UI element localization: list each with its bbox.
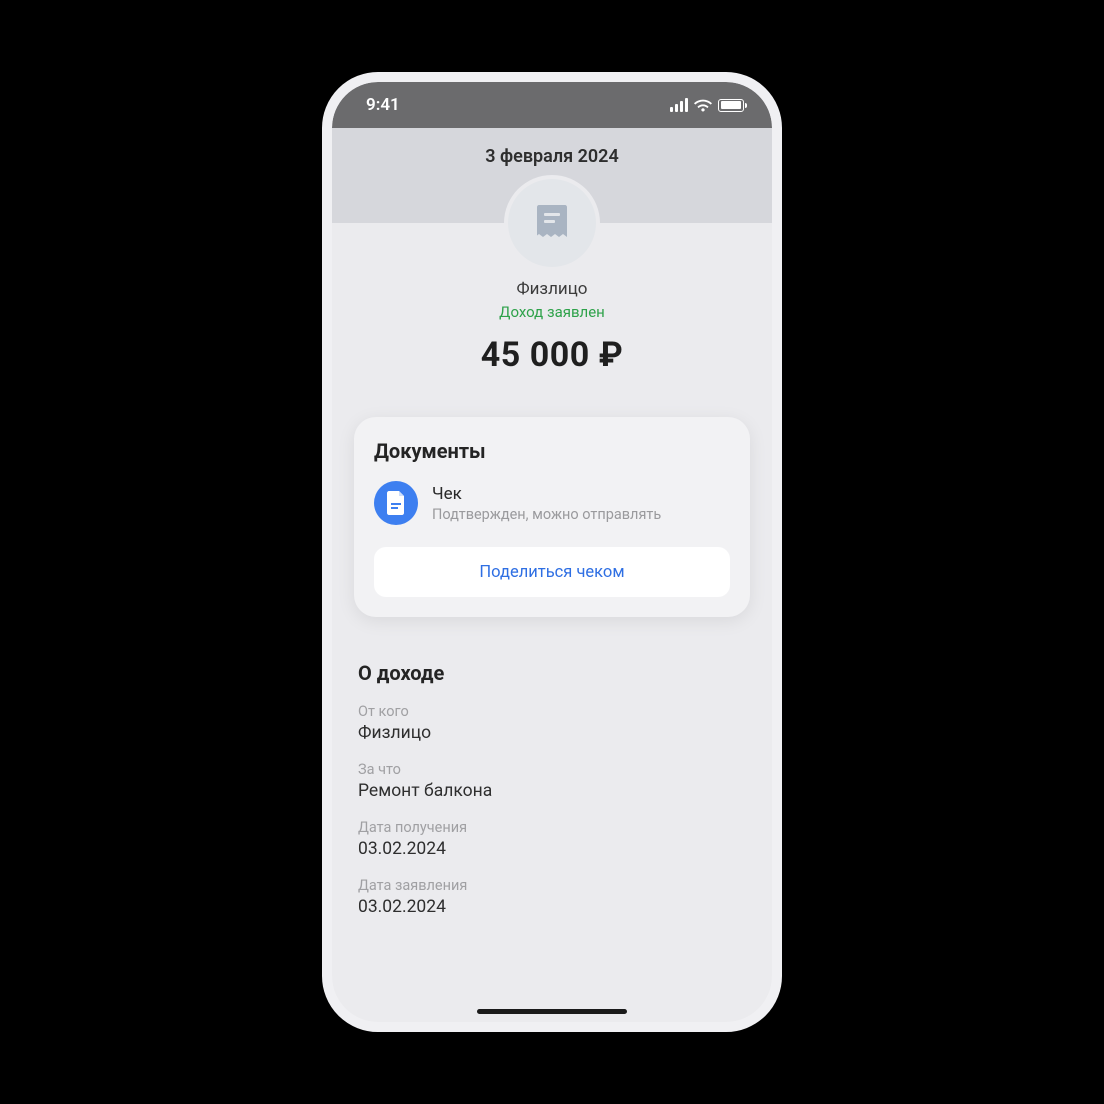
cellular-signal-icon xyxy=(670,98,688,112)
document-title: Чек xyxy=(432,484,661,504)
wifi-icon xyxy=(694,99,712,112)
documents-card: Документы Чек Подтвержден, можно отправл… xyxy=(354,417,750,617)
about-income-section: О доходе От кого Физлицо За что Ремонт б… xyxy=(354,661,750,917)
summary-payer-type: Физлицо xyxy=(354,279,750,299)
income-summary: Физлицо Доход заявлен 45 000 ₽ xyxy=(354,279,750,375)
field-value: Физлицо xyxy=(358,723,746,743)
field-value: 03.02.2024 xyxy=(358,839,746,859)
header-date: 3 февраля 2024 xyxy=(332,146,772,167)
header: 3 февраля 2024 xyxy=(332,128,772,223)
field-value: Ремонт балкона xyxy=(358,781,746,801)
receipt-badge xyxy=(508,179,596,267)
field-label: За что xyxy=(358,761,746,778)
screen: 9:41 3 февраля 2024 Физлицо Доход заявле… xyxy=(332,82,772,1022)
summary-amount: 45 000 ₽ xyxy=(354,335,750,375)
battery-icon xyxy=(718,99,744,112)
document-row[interactable]: Чек Подтвержден, можно отправлять xyxy=(374,481,730,525)
summary-status: Доход заявлен xyxy=(354,303,750,321)
field-received-date: Дата получения 03.02.2024 xyxy=(358,819,746,859)
status-time: 9:41 xyxy=(366,95,400,115)
field-label: Дата заявления xyxy=(358,877,746,894)
about-title: О доходе xyxy=(358,661,746,685)
receipt-icon xyxy=(535,203,569,243)
status-bar: 9:41 xyxy=(332,82,772,128)
document-subtitle: Подтвержден, можно отправлять xyxy=(432,506,661,523)
status-indicators xyxy=(670,98,744,112)
field-label: Дата получения xyxy=(358,819,746,836)
document-icon xyxy=(374,481,418,525)
content: Физлицо Доход заявлен 45 000 ₽ Документы… xyxy=(332,223,772,917)
field-value: 03.02.2024 xyxy=(358,897,746,917)
field-from: От кого Физлицо xyxy=(358,703,746,743)
field-for: За что Ремонт балкона xyxy=(358,761,746,801)
home-indicator[interactable] xyxy=(477,1009,627,1014)
share-label: Поделиться чеком xyxy=(479,563,624,582)
field-declared-date: Дата заявления 03.02.2024 xyxy=(358,877,746,917)
share-receipt-button[interactable]: Поделиться чеком xyxy=(374,547,730,597)
phone-frame: 9:41 3 февраля 2024 Физлицо Доход заявле… xyxy=(322,72,782,1032)
document-texts: Чек Подтвержден, можно отправлять xyxy=(432,484,661,523)
field-label: От кого xyxy=(358,703,746,720)
documents-title: Документы xyxy=(374,439,730,463)
